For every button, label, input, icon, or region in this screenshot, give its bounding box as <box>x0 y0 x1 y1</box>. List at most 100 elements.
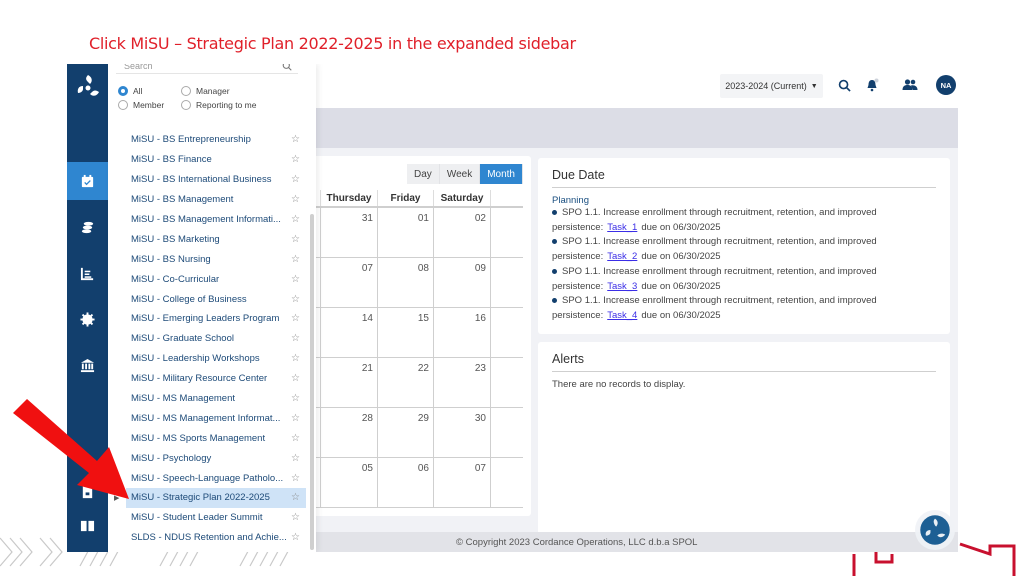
filter-manager-radio[interactable]: Manager <box>181 86 271 96</box>
star-icon[interactable]: ☆ <box>291 174 300 185</box>
star-icon[interactable]: ☆ <box>291 353 300 364</box>
calendar-day-cell[interactable]: 15 <box>378 308 434 357</box>
team-item[interactable]: SLDS - NDUS Retention and Achie... ☆ <box>126 528 306 548</box>
search-button[interactable] <box>835 76 853 94</box>
year-select[interactable]: 2023-2024 (Current) ▼ <box>720 74 823 98</box>
team-item[interactable]: MiSU - BS Management Informati... ☆ <box>126 210 306 230</box>
book-icon <box>80 520 95 531</box>
team-item[interactable]: MiSU - Graduate School ☆ <box>126 329 306 349</box>
users-button[interactable] <box>901 76 919 94</box>
calendar-day-cell[interactable]: 23 <box>434 358 491 407</box>
due-item-date: due on 06/30/2025 <box>641 221 721 233</box>
calendar-day-cell[interactable]: 09 <box>434 258 491 307</box>
calendar-day-cell[interactable]: 06 <box>378 458 434 507</box>
calendar-day-cell[interactable]: 31 <box>321 208 378 257</box>
alerts-title: Alerts <box>552 352 936 372</box>
team-item-label: MiSU - BS Management <box>131 194 234 206</box>
view-week-button[interactable]: Week <box>439 164 481 184</box>
calendar-day-cell[interactable]: 22 <box>378 358 434 407</box>
star-icon[interactable]: ☆ <box>291 373 300 384</box>
team-item[interactable]: MiSU - BS Nursing ☆ <box>126 249 306 269</box>
team-item[interactable]: MiSU - Student Leader Summit ☆ <box>126 508 306 528</box>
calendar-day-cell[interactable]: 02 <box>434 208 491 257</box>
instruction-text: Click MiSU – Strategic Plan 2022-2025 in… <box>89 34 576 53</box>
team-item[interactable]: MiSU - College of Business ☆ <box>126 289 306 309</box>
team-item[interactable]: MiSU - BS International Business ☆ <box>126 170 306 190</box>
team-item[interactable]: MiSU - BS Finance ☆ <box>126 150 306 170</box>
calendar-day-cell[interactable]: 07 <box>321 258 378 307</box>
team-item[interactable]: MiSU - BS Marketing ☆ <box>126 229 306 249</box>
calendar-day-cell[interactable]: 21 <box>321 358 378 407</box>
planning-section-label: Planning <box>552 195 589 206</box>
team-item[interactable]: MiSU - Psychology ☆ <box>126 448 306 468</box>
due-date-title: Due Date <box>552 168 936 188</box>
radio-checked-icon <box>118 86 128 96</box>
calendar-day-cell[interactable]: 30 <box>434 408 491 457</box>
task-link[interactable]: Task_4 <box>607 310 637 321</box>
team-item-strategic-plan[interactable]: ▶ MiSU - Strategic Plan 2022-2025 ☆ <box>114 488 306 508</box>
task-link[interactable]: Task_1 <box>607 222 637 233</box>
star-icon[interactable]: ☆ <box>291 134 300 145</box>
filter-all-radio[interactable]: All <box>118 86 181 96</box>
view-month-button[interactable]: Month <box>480 164 523 184</box>
team-item[interactable]: MiSU - Military Resource Center ☆ <box>126 369 306 389</box>
calendar-day-cell[interactable]: 05 <box>321 458 378 507</box>
page-banner <box>316 108 958 148</box>
star-icon[interactable]: ☆ <box>291 393 300 404</box>
star-icon[interactable]: ☆ <box>291 313 300 324</box>
team-item-label: MiSU - BS Management Informati... <box>131 214 281 225</box>
star-icon[interactable]: ☆ <box>291 413 300 424</box>
star-icon[interactable]: ☆ <box>291 274 300 285</box>
bullet-icon <box>552 298 557 304</box>
star-icon[interactable]: ☆ <box>291 333 300 344</box>
star-icon[interactable]: ☆ <box>291 492 300 503</box>
team-item[interactable]: MiSU - MS Management Informat... ☆ <box>126 408 306 428</box>
team-list-scrollbar[interactable] <box>310 214 314 550</box>
team-item[interactable]: MiSU - MS Sports Management ☆ <box>126 428 306 448</box>
team-search-input[interactable]: Search <box>116 64 298 74</box>
view-day-button[interactable]: Day <box>407 164 440 184</box>
rail-institution[interactable] <box>67 346 108 384</box>
star-icon[interactable]: ☆ <box>291 294 300 305</box>
team-item[interactable]: MiSU - Leadership Workshops ☆ <box>126 349 306 369</box>
rail-calendar[interactable] <box>67 162 108 200</box>
team-item[interactable]: MiSU - Emerging Leaders Program ☆ <box>126 309 306 329</box>
rail-finance[interactable] <box>67 208 108 246</box>
star-icon[interactable]: ☆ <box>291 453 300 464</box>
task-link[interactable]: Task_3 <box>607 281 637 292</box>
team-item[interactable]: MiSU - MS Management ☆ <box>126 389 306 409</box>
spol-assistant-button[interactable] <box>915 510 955 550</box>
due-item-date: due on 06/30/2025 <box>641 251 721 263</box>
calendar-day-cell[interactable]: 29 <box>378 408 434 457</box>
rail-help[interactable] <box>67 506 108 544</box>
calendar-day-cell[interactable]: 28 <box>321 408 378 457</box>
star-icon[interactable]: ☆ <box>291 214 300 225</box>
star-icon[interactable]: ☆ <box>291 473 300 484</box>
star-icon[interactable]: ☆ <box>291 154 300 165</box>
team-item[interactable]: MiSU - Co-Curricular ☆ <box>126 269 306 289</box>
star-icon[interactable]: ☆ <box>291 532 300 543</box>
notifications-button[interactable] <box>863 76 881 94</box>
rail-reports[interactable] <box>67 254 108 292</box>
star-icon[interactable]: ☆ <box>291 194 300 205</box>
spol-logo-icon[interactable] <box>73 72 103 102</box>
team-item[interactable]: MiSU - Speech-Language Patholo... ☆ <box>126 468 306 488</box>
calendar-day-cell[interactable]: 07 <box>434 458 491 507</box>
user-avatar[interactable]: NA <box>936 75 956 95</box>
filter-reporting-radio[interactable]: Reporting to me <box>181 100 271 110</box>
alerts-empty-message: There are no records to display. <box>552 379 686 390</box>
team-item[interactable]: MiSU - BS Entrepreneurship ☆ <box>126 130 306 150</box>
calendar-day-cell[interactable]: 14 <box>321 308 378 357</box>
calendar-header-friday: Friday <box>378 190 434 206</box>
calendar-day-cell[interactable]: 01 <box>378 208 434 257</box>
star-icon[interactable]: ☆ <box>291 433 300 444</box>
task-link[interactable]: Task_2 <box>607 251 637 262</box>
calendar-day-cell[interactable]: 08 <box>378 258 434 307</box>
filter-member-radio[interactable]: Member <box>118 100 181 110</box>
rail-settings[interactable] <box>67 300 108 338</box>
star-icon[interactable]: ☆ <box>291 512 300 523</box>
star-icon[interactable]: ☆ <box>291 234 300 245</box>
team-item[interactable]: MiSU - BS Management ☆ <box>126 190 306 210</box>
calendar-day-cell[interactable]: 16 <box>434 308 491 357</box>
star-icon[interactable]: ☆ <box>291 254 300 265</box>
